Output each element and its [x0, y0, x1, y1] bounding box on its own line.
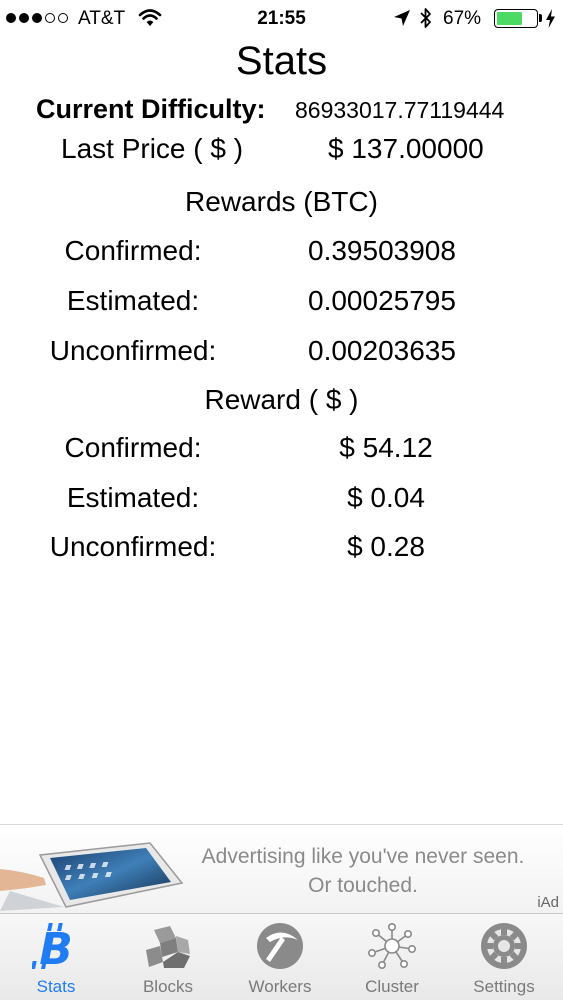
btc-confirmed-label: Confirmed:	[64, 235, 202, 266]
rewards-usd-heading: Reward ( $ )	[204, 384, 359, 415]
usd-unconfirmed-value: $ 0.28	[347, 531, 425, 562]
btc-confirmed-value: 0.39503908	[308, 235, 456, 266]
ad-banner[interactable]: Advertising like you've never seen. Or t…	[0, 824, 563, 913]
location-arrow-icon	[394, 10, 410, 26]
tab-blocks[interactable]: Blocks	[112, 914, 224, 1000]
difficulty-row: Current Difficulty: 86933017.77119444	[0, 89, 563, 129]
cluster-icon	[368, 922, 416, 969]
usd-estimated-label: Estimated:	[66, 482, 200, 513]
usd-unconfirmed-row: Unconfirmed: $ 0.28	[0, 527, 563, 567]
usd-unconfirmed-label: Unconfirmed:	[49, 531, 217, 562]
usd-estimated-row: Estimated: $ 0.04	[0, 478, 563, 518]
btc-estimated-row: Estimated: 0.00025795	[0, 281, 563, 321]
iad-label: iAd	[537, 894, 559, 911]
pickaxe-icon	[257, 923, 303, 969]
usd-estimated-value: $ 0.04	[347, 482, 425, 513]
battery-level-fill	[497, 12, 523, 25]
ad-headline: Advertising like you've never seen.	[201, 845, 525, 868]
usd-confirmed-row: Confirmed: $ 54.12	[0, 428, 563, 468]
btc-estimated-label: Estimated:	[66, 285, 200, 316]
ad-subline: Or touched.	[308, 874, 418, 897]
tab-cluster[interactable]: Cluster	[336, 914, 448, 1000]
status-bar: AT&T 21:55 67%	[0, 0, 563, 38]
last-price-label: Last Price ( $ )	[61, 133, 244, 164]
tablet-image	[0, 842, 184, 911]
battery-percent: 67%	[443, 8, 482, 29]
btc-unconfirmed-row: Unconfirmed: 0.00203635	[0, 331, 563, 371]
btc-estimated-value: 0.00025795	[308, 285, 456, 316]
rewards-btc-heading: Rewards (BTC)	[185, 186, 378, 217]
tab-stats[interactable]: B Stats	[0, 914, 112, 1000]
tab-workers-label: Workers	[248, 977, 312, 996]
blocks-icon	[146, 926, 190, 968]
bluetooth-icon	[420, 8, 431, 28]
battery-icon	[494, 9, 538, 28]
tab-cluster-label: Cluster	[365, 977, 419, 996]
btc-unconfirmed-label: Unconfirmed:	[49, 335, 217, 366]
usd-confirmed-label: Confirmed:	[64, 432, 202, 463]
tab-stats-label: Stats	[36, 977, 76, 996]
bitcoin-icon: B	[32, 923, 73, 970]
difficulty-label: Current Difficulty:	[36, 94, 266, 124]
btc-unconfirmed-value: 0.00203635	[308, 335, 456, 366]
tab-bar: B Stats Blocks Workers Cluster Settings	[0, 913, 563, 1000]
charging-bolt-icon	[546, 9, 555, 28]
btc-confirmed-row: Confirmed: 0.39503908	[0, 231, 563, 271]
tab-settings[interactable]: Settings	[448, 914, 560, 1000]
difficulty-value: 86933017.77119444	[295, 97, 505, 123]
last-price-row: Last Price ( $ ) $ 137.00000	[0, 129, 563, 169]
tab-settings-label: Settings	[473, 977, 535, 996]
gear-icon	[481, 923, 527, 969]
page-title: Stats	[235, 39, 328, 83]
tab-blocks-label: Blocks	[142, 977, 194, 996]
last-price-value: $ 137.00000	[328, 133, 484, 164]
usd-confirmed-value: $ 54.12	[339, 432, 433, 463]
tab-workers[interactable]: Workers	[224, 914, 336, 1000]
battery-tip	[539, 14, 542, 22]
